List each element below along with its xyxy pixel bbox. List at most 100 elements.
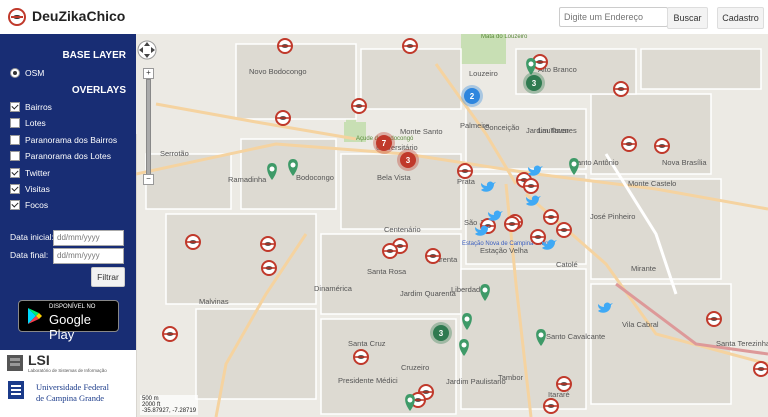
gplay-big-text: Google Play — [49, 312, 91, 342]
focus-marker-icon[interactable] — [275, 110, 291, 126]
address-search-input[interactable] — [559, 7, 668, 27]
focus-marker-icon[interactable] — [753, 361, 768, 377]
filter-button[interactable]: Filtrar — [91, 267, 125, 287]
overlay-paranorama-lotes[interactable]: Paranorama dos Lotes — [10, 151, 111, 161]
zoom-in-button[interactable]: + — [143, 68, 154, 79]
zoom-slider-track[interactable] — [146, 79, 151, 176]
focus-marker-icon[interactable] — [621, 136, 637, 152]
neighborhood-label: Mata do Louzeiro — [481, 34, 528, 40]
marker-cluster[interactable]: 2 — [461, 85, 483, 107]
overlay-paranorama-bairros[interactable]: Paranorama dos Bairros — [10, 135, 117, 145]
focus-marker-icon[interactable] — [277, 38, 293, 54]
top-bar: DeuZikaChico Buscar Cadastro — [0, 0, 768, 35]
base-layer-title: BASE LAYER — [62, 50, 126, 61]
overlay-label: Paranorama dos Lotes — [25, 151, 111, 161]
neighborhood-label: Monte Castelo — [628, 179, 676, 188]
overlay-checkbox[interactable] — [10, 118, 20, 128]
neighborhood-label: Tambor — [498, 373, 524, 382]
marker-cluster[interactable]: 7 — [373, 132, 395, 154]
focus-marker-icon[interactable] — [260, 236, 276, 252]
no-mosquito-logo-icon — [8, 8, 26, 26]
end-date-input[interactable]: dd/mm/yyyy — [53, 248, 124, 264]
focus-marker-icon[interactable] — [504, 216, 520, 232]
map-canvas[interactable]: Novo Bodocongo Bodocongo Ramadinha Serrotão… — [136, 34, 768, 417]
overlay-lotes[interactable]: Lotes — [10, 118, 46, 128]
focus-marker-icon[interactable] — [654, 138, 670, 154]
focus-marker-icon[interactable] — [382, 243, 398, 259]
overlay-twitter[interactable]: Twitter — [10, 168, 50, 178]
neighborhood-label: Mirante — [631, 264, 656, 273]
neighborhood-label: Santa Terezinha — [716, 339, 768, 348]
base-layer-osm[interactable]: OSM — [10, 68, 44, 78]
overlay-label: Paranorama dos Bairros — [25, 135, 118, 145]
neighborhood-label: José Pinheiro — [590, 212, 635, 221]
cluster-count: 3 — [439, 329, 444, 338]
overlay-checkbox[interactable] — [10, 135, 20, 145]
neighborhood-label: Malvinas — [199, 297, 229, 306]
overlay-checkbox[interactable] — [10, 102, 20, 112]
overlay-bairros[interactable]: Bairros — [10, 102, 52, 112]
focus-marker-icon[interactable] — [162, 326, 178, 342]
search-button[interactable]: Buscar — [667, 7, 708, 29]
neighborhood-label: Santo Cavalcante — [546, 332, 605, 341]
cluster-count: 3 — [532, 79, 537, 88]
zoom-out-button[interactable]: − — [143, 174, 154, 185]
overlay-label: Twitter — [25, 168, 51, 178]
overlay-checkbox[interactable] — [10, 151, 20, 161]
neighborhood-label: Bela Vista — [377, 173, 411, 182]
focus-marker-icon[interactable] — [543, 398, 559, 414]
focus-marker-icon[interactable] — [543, 209, 559, 225]
neighborhood-label: Santa Cruz — [348, 339, 386, 348]
neighborhood-label: Presidente Médici — [338, 376, 398, 385]
start-date-input[interactable]: dd/mm/yyyy — [53, 230, 124, 246]
overlay-label: Visitas — [25, 184, 50, 194]
osm-radio[interactable] — [10, 68, 20, 78]
overlay-label: Bairros — [25, 102, 52, 112]
neighborhood-label: Nova Brasília — [662, 158, 707, 167]
overlay-checkbox[interactable] — [10, 184, 20, 194]
focus-marker-icon[interactable] — [402, 38, 418, 54]
focus-marker-icon[interactable] — [556, 376, 572, 392]
neighborhood-label: Vila Cabral — [622, 320, 659, 329]
focus-marker-icon[interactable] — [613, 81, 629, 97]
neighborhood-label: Cruzeiro — [401, 363, 429, 372]
osm-label: OSM — [25, 68, 45, 78]
coordinates-readout: -35.87927, -7.28719 — [142, 408, 197, 414]
pan-control-icon[interactable] — [137, 40, 157, 60]
neighborhood-label: Jardim Quarenta — [400, 289, 457, 298]
focus-marker-icon[interactable] — [261, 260, 277, 276]
map-view[interactable]: Novo Bodocongo Bodocongo Ramadinha Serrotão… — [136, 34, 768, 417]
lsi-name: LSI — [28, 352, 50, 368]
cluster-count: 2 — [470, 92, 475, 101]
neighborhood-label: Santa Rosa — [367, 267, 407, 276]
marker-cluster[interactable]: 3 — [523, 72, 545, 94]
focus-marker-icon[interactable] — [706, 311, 722, 327]
overlay-focos[interactable]: Focos — [10, 200, 48, 210]
focus-marker-icon[interactable] — [351, 98, 367, 114]
register-button[interactable]: Cadastro — [717, 7, 764, 29]
neighborhood-label: Serrotão — [160, 149, 189, 158]
google-play-icon — [28, 308, 42, 324]
overlay-visitas[interactable]: Visitas — [10, 184, 50, 194]
lsi-logo-icon — [7, 355, 23, 371]
neighborhood-label: Conceição — [484, 123, 519, 132]
marker-cluster[interactable]: 3 — [430, 322, 452, 344]
focus-marker-icon[interactable] — [523, 178, 539, 194]
google-play-badge[interactable]: DISPONÍVEL NO Google Play — [18, 300, 119, 342]
focus-marker-icon[interactable] — [185, 234, 201, 250]
neighborhood-label: Centenário — [384, 225, 421, 234]
end-date-label: Data final: — [10, 250, 49, 260]
focus-marker-icon[interactable] — [556, 222, 572, 238]
overlay-checkbox[interactable] — [10, 200, 20, 210]
cluster-count: 7 — [382, 139, 387, 148]
focus-marker-icon[interactable] — [353, 349, 369, 365]
app-title: DeuZikaChico — [32, 8, 126, 24]
focus-marker-icon[interactable] — [457, 163, 473, 179]
cluster-count: 3 — [406, 156, 411, 165]
neighborhood-label: Catolé — [556, 260, 578, 269]
neighborhood-label: Estação Velha — [480, 246, 529, 255]
focus-marker-icon[interactable] — [425, 248, 441, 264]
institution-logos: LSI Laboratório de Sistemas de Informaçã… — [0, 350, 136, 417]
marker-cluster[interactable]: 3 — [397, 149, 419, 171]
overlay-checkbox[interactable] — [10, 168, 20, 178]
